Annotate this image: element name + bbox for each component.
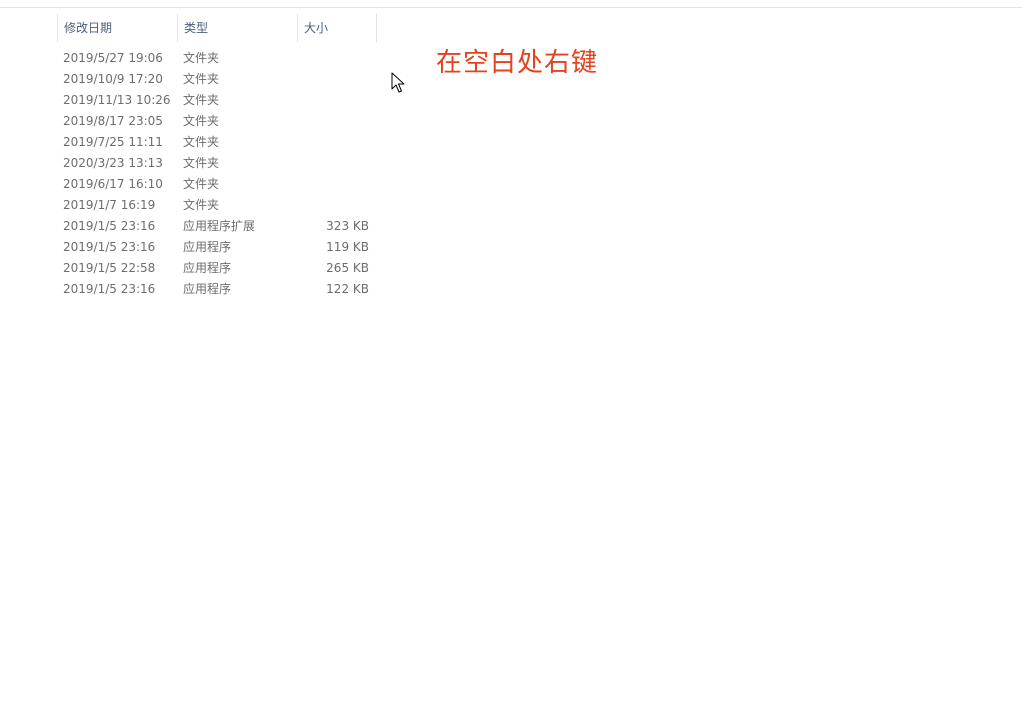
cell-type: 应用程序 bbox=[183, 261, 232, 275]
cell-date-modified: 2019/1/5 22:58 bbox=[63, 261, 156, 275]
column-header-type[interactable]: 类型 bbox=[177, 14, 297, 42]
cell-type: 文件夹 bbox=[183, 72, 220, 86]
column-header-row: 修改日期 类型 大小 bbox=[57, 14, 377, 42]
table-row[interactable]: 2019/1/5 23:16 应用程序 122 KB bbox=[57, 279, 377, 300]
cell-size: 122 KB bbox=[326, 282, 369, 296]
column-header-date-modified[interactable]: 修改日期 bbox=[57, 14, 177, 42]
table-row[interactable]: 2019/5/27 19:06 文件夹 bbox=[57, 48, 377, 69]
top-divider bbox=[0, 7, 1022, 8]
cell-size: 323 KB bbox=[326, 219, 369, 233]
table-row[interactable]: 2019/10/9 17:20 文件夹 bbox=[57, 69, 377, 90]
cell-type: 文件夹 bbox=[183, 198, 220, 212]
table-row[interactable]: 2019/6/17 16:10 文件夹 bbox=[57, 174, 377, 195]
table-row[interactable]: 2019/1/5 22:58 应用程序 265 KB bbox=[57, 258, 377, 279]
mouse-pointer-icon bbox=[391, 72, 405, 93]
cell-type: 文件夹 bbox=[183, 51, 220, 65]
cell-type: 文件夹 bbox=[183, 177, 220, 191]
cell-date-modified: 2019/1/5 23:16 bbox=[63, 240, 156, 254]
cell-date-modified: 2019/5/27 19:06 bbox=[63, 51, 163, 65]
cell-date-modified: 2019/1/5 23:16 bbox=[63, 282, 156, 296]
cell-type: 文件夹 bbox=[183, 135, 220, 149]
cell-size: 119 KB bbox=[326, 240, 369, 254]
cell-date-modified: 2019/1/7 16:19 bbox=[63, 198, 156, 212]
table-row[interactable]: 2019/1/5 23:16 应用程序 119 KB bbox=[57, 237, 377, 258]
cell-date-modified: 2020/3/23 13:13 bbox=[63, 156, 163, 170]
file-rows: 2019/5/27 19:06 文件夹 2019/10/9 17:20 文件夹 … bbox=[57, 48, 377, 300]
table-row[interactable]: 2019/1/7 16:19 文件夹 bbox=[57, 195, 377, 216]
cell-date-modified: 2019/7/25 11:11 bbox=[63, 135, 163, 149]
cell-size: 265 KB bbox=[326, 261, 369, 275]
cell-type: 文件夹 bbox=[183, 156, 220, 170]
cell-type: 文件夹 bbox=[183, 114, 220, 128]
cell-type: 应用程序扩展 bbox=[183, 219, 256, 233]
cell-date-modified: 2019/8/17 23:05 bbox=[63, 114, 163, 128]
cell-type: 应用程序 bbox=[183, 240, 232, 254]
table-row[interactable]: 2019/7/25 11:11 文件夹 bbox=[57, 132, 377, 153]
cell-date-modified: 2019/11/13 10:26 bbox=[63, 93, 171, 107]
cell-type: 应用程序 bbox=[183, 282, 232, 296]
cell-type: 文件夹 bbox=[183, 93, 220, 107]
instruction-annotation: 在空白处右键 bbox=[436, 48, 599, 78]
column-header-size[interactable]: 大小 bbox=[297, 14, 377, 42]
table-row[interactable]: 2019/1/5 23:16 应用程序扩展 323 KB bbox=[57, 216, 377, 237]
file-list[interactable]: 修改日期 类型 大小 2019/5/27 19:06 文件夹 2019/10/9… bbox=[57, 14, 377, 296]
cell-date-modified: 2019/6/17 16:10 bbox=[63, 177, 163, 191]
table-row[interactable]: 2020/3/23 13:13 文件夹 bbox=[57, 153, 377, 174]
cell-date-modified: 2019/10/9 17:20 bbox=[63, 72, 163, 86]
table-row[interactable]: 2019/8/17 23:05 文件夹 bbox=[57, 111, 377, 132]
cell-date-modified: 2019/1/5 23:16 bbox=[63, 219, 156, 233]
table-row[interactable]: 2019/11/13 10:26 文件夹 bbox=[57, 90, 377, 111]
